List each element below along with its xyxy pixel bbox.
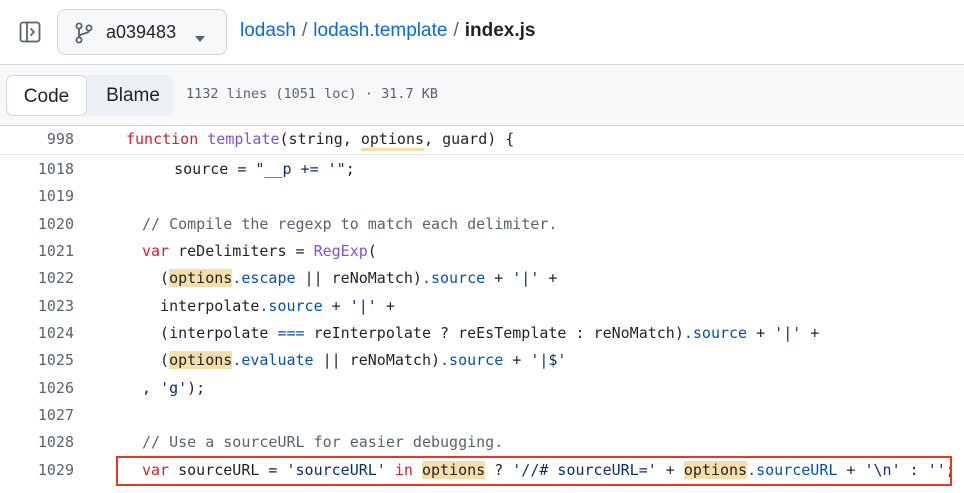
file-stats: 1132 lines (1051 loc) · 31.7 KB: [186, 86, 438, 102]
line-number[interactable]: 1029: [0, 457, 74, 484]
code-token: (: [367, 242, 377, 260]
code-token: 'g': [160, 379, 188, 397]
code-token: (interpolate: [142, 324, 278, 342]
code-token: .source: [259, 297, 323, 315]
code-token: (: [142, 269, 170, 287]
code-line: 998 function template(string, options, g…: [0, 126, 964, 153]
code-token: ,: [142, 379, 161, 397]
breadcrumb-separator: /: [453, 20, 459, 41]
code-line: 1023 interpolate.source + '|' +: [0, 293, 964, 320]
line-number[interactable]: 1028: [0, 429, 74, 456]
code-token: function: [126, 130, 199, 148]
branch-name: a039483: [106, 22, 177, 42]
triangle-down-icon: [194, 30, 206, 42]
code-text[interactable]: , 'g');: [142, 375, 205, 402]
code-token: source =: [138, 160, 256, 178]
code-token: '|$': [530, 351, 567, 369]
code-tab[interactable]: Code: [6, 75, 87, 116]
code-token: +: [539, 269, 558, 287]
code-token: +: [322, 297, 350, 315]
code-line: 1025 (options.evaluate || reNoMatch).sou…: [0, 347, 964, 374]
code-token: var: [142, 242, 170, 260]
file-header: a039483 lodash / lodash.template / index.js: [0, 0, 964, 64]
blame-tab[interactable]: Blame: [92, 75, 174, 116]
code-line: 1028 // Use a sourceURL for easier debug…: [0, 429, 964, 456]
line-number[interactable]: 1022: [0, 265, 74, 292]
code-token: +: [801, 324, 820, 342]
code-text[interactable]: (interpolate === reInterpolate ? reEsTem…: [142, 320, 819, 347]
line-number[interactable]: 1019: [0, 183, 74, 210]
code-token: reDelimiters =: [169, 242, 314, 260]
code-view: 998 function template(string, options, g…: [0, 126, 964, 493]
breadcrumb-separator: /: [302, 20, 308, 41]
code-text[interactable]: function template(string, options, guard…: [126, 126, 514, 153]
line-number[interactable]: 1018: [0, 156, 74, 183]
sticky-header-divider: [0, 154, 964, 155]
code-token: "__p += '": [255, 160, 346, 178]
code-token: (string,: [279, 130, 361, 148]
code-token: .evaluate: [232, 351, 314, 369]
code-token: );: [187, 379, 206, 397]
code-text[interactable]: (options.escape || reNoMatch).source + '…: [142, 265, 557, 292]
breadcrumb: lodash / lodash.template / index.js: [240, 20, 535, 42]
breadcrumb-folder-link[interactable]: lodash.template: [313, 20, 447, 41]
code-line: 1019: [0, 183, 964, 210]
code-token: ;: [345, 160, 355, 178]
breadcrumb-current-file: index.js: [464, 20, 536, 41]
code-token: || reNoMatch): [295, 269, 422, 287]
code-token: +: [485, 269, 513, 287]
line-number[interactable]: 1021: [0, 238, 74, 265]
code-line: 1020 // Compile the regexp to match each…: [0, 211, 964, 238]
git-branch-icon: [74, 22, 94, 44]
code-text[interactable]: // Compile the regexp to match each deli…: [142, 211, 557, 238]
line-number[interactable]: 1026: [0, 375, 74, 402]
code-text[interactable]: interpolate.source + '|' +: [142, 293, 395, 320]
code-comment: // Compile the regexp to match each deli…: [142, 215, 558, 233]
code-text[interactable]: source = "__p += '";: [138, 156, 355, 183]
code-line: 1021 var reDelimiters = RegExp(: [0, 238, 964, 265]
view-mode-switch: Code Blame: [6, 75, 174, 116]
code-token: reInterpolate ? reEsTemplate : reNoMatch…: [304, 324, 684, 342]
code-token-match: options: [169, 269, 233, 287]
code-comment: // Use a sourceURL for easier debugging.: [142, 433, 504, 451]
code-token: interpolate: [142, 297, 260, 315]
code-token-match: options: [169, 351, 233, 369]
code-token: .source: [421, 269, 486, 287]
code-token: '|': [774, 324, 802, 342]
branch-selector-button[interactable]: a039483: [57, 9, 227, 55]
code-line: 1024 (interpolate === reInterpolate ? re…: [0, 320, 964, 347]
code-token: .escape: [232, 269, 296, 287]
code-token: .source: [440, 351, 504, 369]
code-token: RegExp: [313, 242, 368, 260]
sidebar-expand-icon[interactable]: [18, 20, 42, 44]
code-token: +: [747, 324, 775, 342]
code-text[interactable]: var reDelimiters = RegExp(: [142, 238, 377, 265]
code-token: '|': [349, 297, 377, 315]
code-text[interactable]: (options.evaluate || reNoMatch).source +…: [142, 347, 566, 374]
line-number[interactable]: 1023: [0, 293, 74, 320]
line-number[interactable]: 1024: [0, 320, 74, 347]
code-line: 1026 , 'g');: [0, 375, 964, 402]
code-token: +: [376, 297, 395, 315]
code-token: '|': [512, 269, 540, 287]
code-token: +: [503, 351, 531, 369]
line-number[interactable]: 1027: [0, 402, 74, 429]
breadcrumb-repo-link[interactable]: lodash: [240, 20, 296, 41]
code-token: .source: [683, 324, 748, 342]
code-line: 1022 (options.escape || reNoMatch).sourc…: [0, 265, 964, 292]
code-token: || reNoMatch): [313, 351, 441, 369]
line-number[interactable]: 1025: [0, 347, 74, 374]
code-text[interactable]: // Use a sourceURL for easier debugging.: [142, 429, 503, 456]
code-token: template: [207, 130, 280, 148]
code-token: (: [142, 351, 170, 369]
code-line: 1027: [0, 402, 964, 429]
highlight-box: [116, 456, 952, 486]
line-number[interactable]: 1020: [0, 211, 74, 238]
code-token: ===: [277, 324, 305, 342]
line-number[interactable]: 998: [0, 126, 74, 153]
file-toolbar: Code Blame 1132 lines (1051 loc) · 31.7 …: [0, 64, 964, 126]
code-token: , guard) {: [424, 130, 515, 148]
code-token-match: options: [360, 130, 425, 151]
code-line: 1018 source = "__p += '";: [0, 156, 964, 183]
